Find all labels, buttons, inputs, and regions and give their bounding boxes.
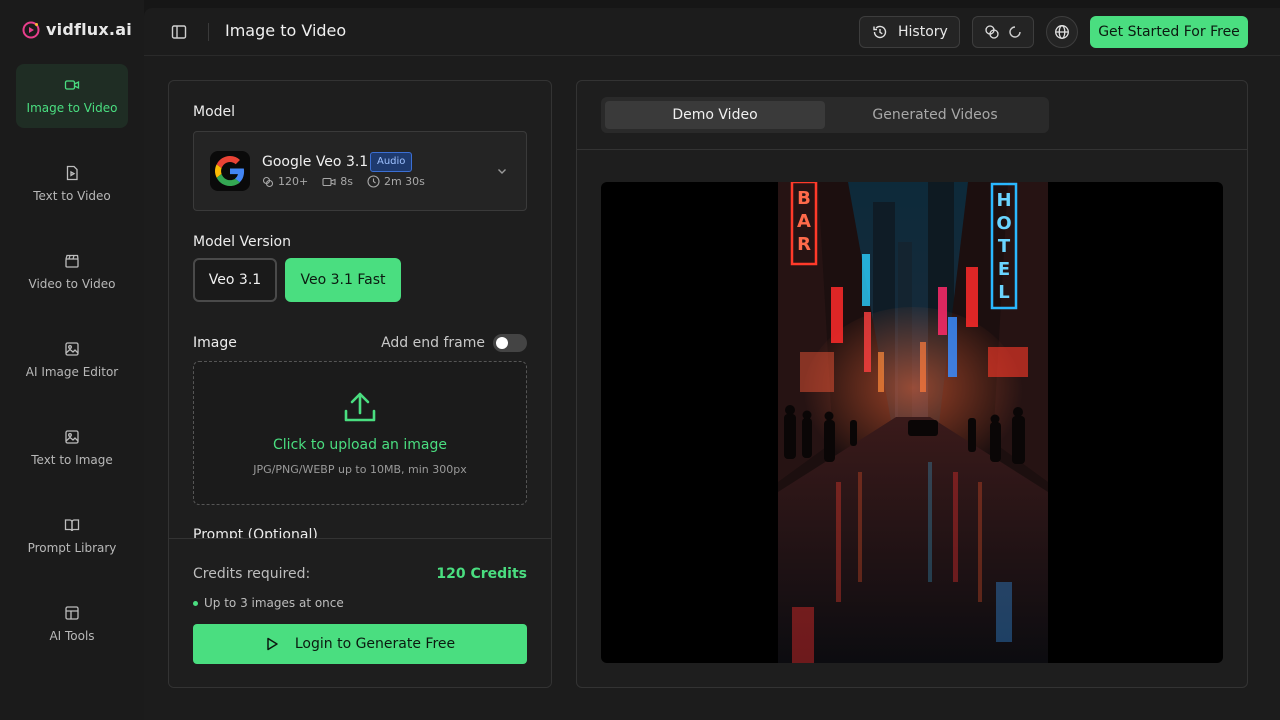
- language-button[interactable]: [1046, 16, 1078, 48]
- sidebar: vidflux.ai Image to Video Text to Video: [0, 0, 144, 720]
- sidebar-item-label: Prompt Library: [27, 541, 117, 555]
- brand-logo[interactable]: vidflux.ai: [22, 20, 132, 39]
- sidebar-item-image-to-video[interactable]: Image to Video: [16, 64, 128, 128]
- top-bar: Image to Video History Get Started For F…: [144, 8, 1280, 56]
- bar-sign-r: R: [797, 234, 811, 255]
- book-icon: [64, 519, 80, 532]
- sidebar-item-label: AI Tools: [49, 629, 95, 643]
- credits-button[interactable]: [972, 16, 1034, 48]
- version-veo-3-1-button[interactable]: Veo 3.1: [193, 258, 277, 302]
- tab-generated-videos[interactable]: Generated Videos: [825, 101, 1045, 129]
- page-title: Image to Video: [225, 21, 347, 40]
- sidebar-item-ai-tools[interactable]: AI Tools: [16, 592, 128, 656]
- upload-title: Click to upload an image: [273, 437, 447, 453]
- preview-panel: Demo Video Generated Videos B A R H O T …: [576, 80, 1248, 688]
- model-duration: 8s: [322, 175, 353, 188]
- login-generate-button[interactable]: Login to Generate Free: [193, 624, 527, 664]
- sidebar-item-ai-image-editor[interactable]: AI Image Editor: [16, 328, 128, 392]
- hotel-sign-o: O: [996, 213, 1011, 234]
- end-frame-toggle[interactable]: [493, 334, 527, 352]
- google-logo-icon: [210, 151, 250, 191]
- sidebar-item-text-to-image[interactable]: Text to Image: [16, 416, 128, 480]
- upload-icon: [344, 392, 376, 422]
- history-button[interactable]: History: [859, 16, 960, 48]
- bar-sign-a: A: [797, 211, 811, 232]
- layout-icon: [65, 606, 79, 620]
- sidebar-item-text-to-video[interactable]: Text to Video: [16, 152, 128, 216]
- preview-divider: [577, 149, 1247, 150]
- play-icon: [267, 637, 278, 651]
- bullet-dot: [193, 600, 198, 606]
- video-camera-icon: [322, 177, 336, 186]
- image-upload-dropzone[interactable]: Click to upload an image JPG/PNG/WEBP up…: [193, 361, 527, 505]
- model-meta: 120+ 8s 2m 30s: [262, 175, 433, 188]
- history-label: History: [898, 24, 948, 40]
- hotel-sign-e: E: [998, 259, 1010, 280]
- tab-demo-video[interactable]: Demo Video: [605, 101, 825, 129]
- app-root: vidflux.ai Image to Video Text to Video: [0, 0, 1280, 720]
- model-version-label: Model Version: [193, 234, 291, 250]
- clapperboard-icon: [65, 254, 79, 268]
- hotel-sign-l: L: [998, 282, 1009, 303]
- preview-tabs: Demo Video Generated Videos: [601, 97, 1049, 133]
- end-frame-option: Add end frame: [381, 334, 527, 352]
- coins-icon: [985, 25, 999, 39]
- version-veo-3-1-fast-button[interactable]: Veo 3.1 Fast: [285, 258, 401, 302]
- sidebar-item-label: Video to Video: [28, 277, 116, 291]
- end-frame-label: Add end frame: [381, 335, 485, 351]
- model-credits: 120+: [262, 175, 308, 188]
- coins-icon: [262, 176, 274, 187]
- video-camera-icon: [64, 80, 80, 90]
- upload-hint: JPG/PNG/WEBP up to 10MB, min 300px: [253, 463, 467, 476]
- model-label: Model: [193, 104, 236, 120]
- image-label: Image: [193, 335, 237, 351]
- credits-required-label: Credits required:: [193, 566, 311, 582]
- generate-footer: Credits required: 120 Credits Up to 3 im…: [169, 538, 551, 687]
- image-icon: [65, 342, 79, 356]
- credits-required-value: 120 Credits: [436, 566, 527, 582]
- logo-mark-icon: [22, 21, 40, 38]
- batch-info-text: Up to 3 images at once: [204, 596, 344, 610]
- login-generate-label: Login to Generate Free: [294, 636, 456, 652]
- image-icon: [65, 430, 79, 444]
- chevron-down-icon: [498, 169, 506, 174]
- demo-video-player[interactable]: B A R H O T E L: [601, 182, 1223, 663]
- loading-spinner-icon: [1009, 26, 1021, 38]
- header-divider: [208, 23, 209, 41]
- globe-icon: [1055, 25, 1069, 39]
- brand-name: vidflux.ai: [46, 20, 132, 39]
- history-icon: [873, 25, 887, 39]
- model-name: Google Veo 3.1: [262, 154, 369, 170]
- model-time: 2m 30s: [367, 175, 425, 188]
- batch-info: Up to 3 images at once: [193, 596, 344, 610]
- sidebar-item-label: Image to Video: [26, 101, 118, 115]
- demo-video-frame: B A R H O T E L: [778, 182, 1048, 663]
- bar-sign-b: B: [797, 188, 811, 209]
- clock-icon: [367, 175, 380, 188]
- hotel-sign-h: H: [996, 190, 1011, 211]
- get-started-button[interactable]: Get Started For Free: [1090, 16, 1248, 48]
- hotel-sign-t: T: [998, 236, 1011, 257]
- model-selector[interactable]: Google Veo 3.1 Audio 120+ 8s 2m 30s: [193, 131, 527, 211]
- audio-badge: Audio: [370, 152, 413, 172]
- sidebar-item-label: AI Image Editor: [25, 365, 119, 379]
- sidebar-toggle-icon[interactable]: [170, 23, 188, 41]
- generation-form: Model Google Veo 3.1 Audio 120+ 8s 2m 30…: [168, 80, 552, 688]
- sidebar-nav: Image to Video Text to Video Video to Vi…: [16, 64, 128, 680]
- sidebar-item-prompt-library[interactable]: Prompt Library: [16, 504, 128, 568]
- sidebar-item-label: Text to Video: [33, 189, 111, 203]
- document-icon: [66, 165, 78, 181]
- sidebar-item-video-to-video[interactable]: Video to Video: [16, 240, 128, 304]
- sidebar-item-label: Text to Image: [31, 453, 113, 467]
